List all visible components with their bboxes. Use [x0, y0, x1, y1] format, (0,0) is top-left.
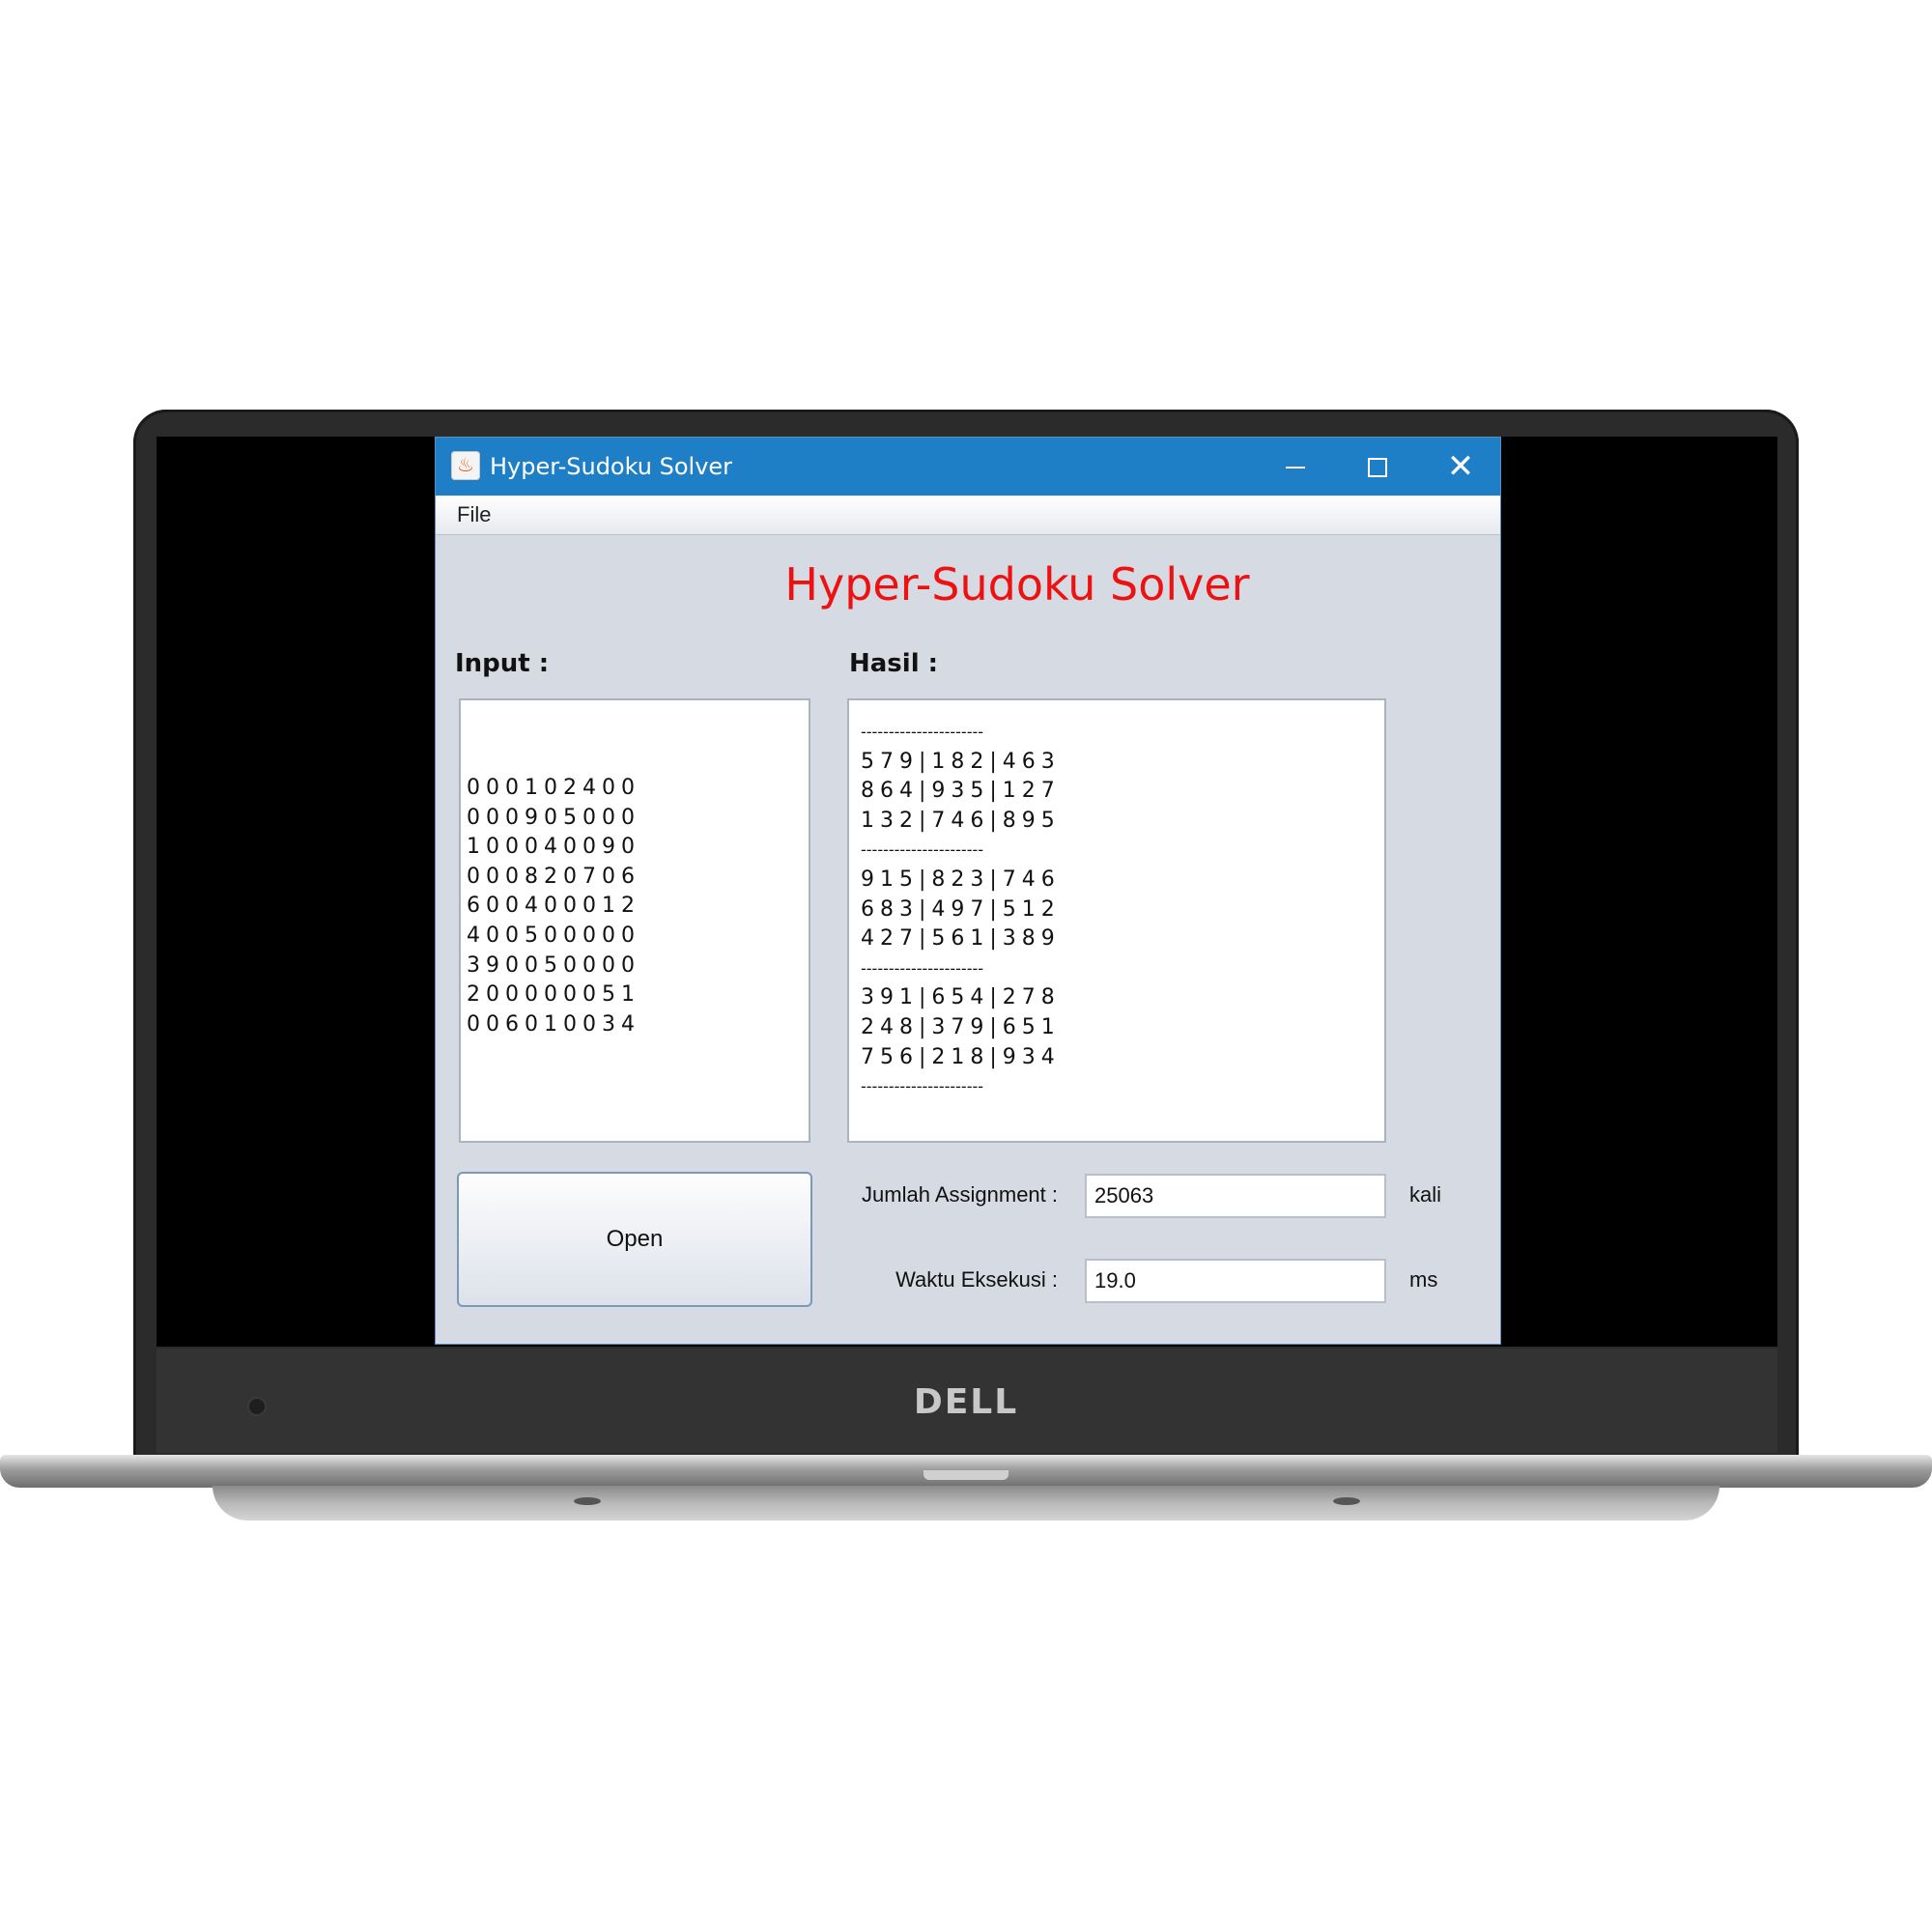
text-line: 915|823|746 [861, 867, 1061, 892]
text-line: 864|935|127 [861, 779, 1061, 804]
maximize-icon [1368, 458, 1387, 477]
text-line: 683|497|512 [861, 896, 1061, 922]
text-line: 200000051 [467, 982, 640, 1008]
execution-time-label: Waktu Eksekusi : [895, 1267, 1058, 1292]
text-line: 000820706 [467, 864, 640, 889]
text-line: 600400012 [467, 894, 640, 919]
text-line: 248|379|651 [861, 1014, 1061, 1039]
input-label: Input : [455, 649, 550, 678]
app-heading: Hyper-Sudoku Solver [784, 558, 1250, 611]
open-button[interactable]: Open [457, 1172, 812, 1307]
assignment-count-field[interactable]: 25063 [1085, 1174, 1386, 1218]
input-textarea[interactable]: 000102400 000905000 100040090 000820706 6004… [459, 698, 810, 1143]
app-window: ♨ Hyper-Sudoku Solver ✕ File Hyper-Sudok… [435, 437, 1501, 1345]
java-cup-icon: ♨ [451, 451, 480, 480]
text-line: 427|561|389 [861, 926, 1061, 952]
text-line: ---------------------- [861, 958, 984, 978]
text-line: 756|218|934 [861, 1044, 1061, 1069]
minimize-button[interactable] [1253, 438, 1336, 496]
assignment-label: Jumlah Assignment : [862, 1182, 1058, 1207]
text-line: 400500000 [467, 923, 640, 948]
execution-time-unit: ms [1409, 1267, 1438, 1292]
text-line: 000905000 [467, 805, 640, 830]
webcam [249, 1399, 265, 1414]
text-line: 132|746|895 [861, 808, 1061, 833]
text-line: ---------------------- [861, 1077, 984, 1096]
title-bar[interactable]: ♨ Hyper-Sudoku Solver ✕ [436, 438, 1500, 496]
menu-bar: File [436, 496, 1500, 535]
laptop-foot [1333, 1497, 1360, 1505]
result-label: Hasil : [849, 649, 939, 678]
close-button[interactable]: ✕ [1419, 438, 1500, 496]
laptop-foot [574, 1497, 601, 1505]
text-line: ---------------------- [861, 723, 984, 741]
menu-file[interactable]: File [453, 501, 495, 528]
minimize-icon [1286, 467, 1305, 469]
text-line: 390050000 [467, 952, 640, 978]
assignment-unit: kali [1409, 1182, 1442, 1207]
result-textarea[interactable]: ---------------------- 579|182|463 864|935… [847, 698, 1386, 1143]
execution-time-field[interactable]: 19.0 [1085, 1259, 1386, 1303]
hinge-notch [923, 1470, 1009, 1480]
text-line: 391|654|278 [861, 985, 1061, 1010]
window-title: Hyper-Sudoku Solver [490, 453, 733, 480]
text-line: 006010034 [467, 1011, 640, 1037]
text-line: ---------------------- [861, 840, 984, 860]
text-line: 579|182|463 [861, 749, 1061, 774]
text-line: 000102400 [467, 776, 640, 800]
maximize-button[interactable] [1336, 438, 1419, 496]
close-icon: ✕ [1446, 447, 1475, 486]
laptop-base-bottom [213, 1486, 1719, 1520]
brand-logo: DELL [913, 1382, 1019, 1422]
text-line: 100040090 [467, 835, 640, 860]
